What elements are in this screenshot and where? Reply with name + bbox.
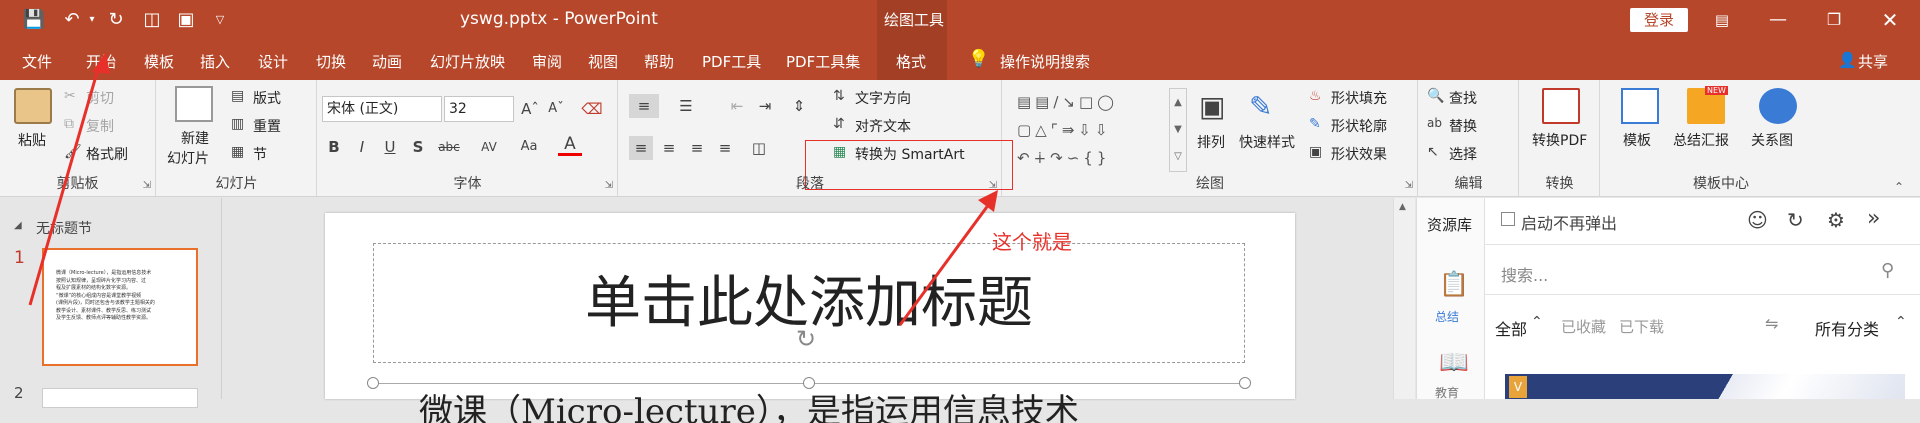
- arrowhead: [978, 190, 998, 212]
- annotation-overlay: [28, 52, 998, 326]
- annotation-label: 这个就是: [992, 230, 1072, 254]
- arrow-to-home-tab: [28, 61, 102, 306]
- annotation-arrows: [28, 52, 998, 326]
- arrow-to-paragraph-launcher: [898, 199, 994, 326]
- arrowhead: [92, 52, 110, 74]
